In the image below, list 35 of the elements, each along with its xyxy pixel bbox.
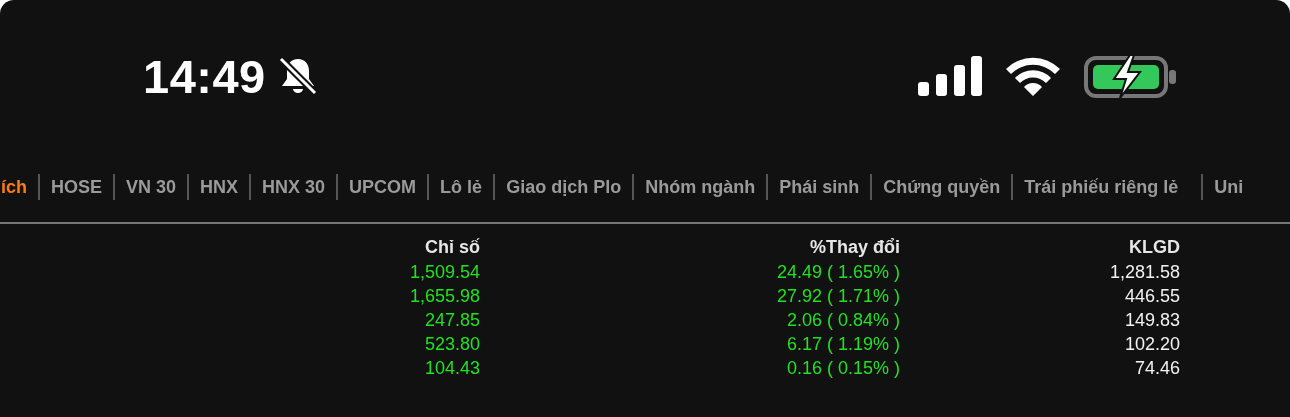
market-tab[interactable]: Nhóm ngành bbox=[634, 176, 767, 198]
table-cell-text: 104.43 bbox=[423, 357, 480, 380]
signal-icon bbox=[918, 56, 982, 96]
market-tab[interactable]: HNX bbox=[189, 176, 250, 198]
column-header: %Thay đổi bbox=[809, 236, 900, 259]
market-tab[interactable]: HOSE bbox=[40, 176, 114, 198]
clock-time: 14:49 bbox=[143, 48, 266, 104]
battery-charging-icon bbox=[1084, 54, 1178, 98]
table-cell-text: 523.80 bbox=[423, 333, 480, 356]
market-tab[interactable]: Giao dịch Plo bbox=[495, 176, 633, 198]
table-cell-text: 0.16 ( 0.15% ) bbox=[785, 357, 900, 380]
market-tab[interactable]: ích bbox=[0, 176, 38, 198]
table-cell-text: 149.83 bbox=[1123, 309, 1180, 332]
column-header: Chỉ số bbox=[424, 236, 480, 259]
market-tab[interactable]: Phái sinh bbox=[768, 176, 871, 198]
table-cell-text: 1,509.54 bbox=[408, 261, 480, 284]
wifi-icon bbox=[1004, 55, 1062, 97]
table-cell-text: 102.20 bbox=[1123, 333, 1180, 356]
column-header: KLGD bbox=[1128, 236, 1180, 259]
market-tab[interactable]: VN 30 bbox=[115, 176, 188, 198]
table-cell-text: 2.06 ( 0.84% ) bbox=[785, 309, 900, 332]
table-cell-text: 1,281.58 bbox=[1108, 261, 1180, 284]
market-tab[interactable]: UPCOM bbox=[338, 176, 428, 198]
table-cell-text: 24.49 ( 1.65% ) bbox=[775, 261, 900, 284]
table-cell-text: 247.85 bbox=[423, 309, 480, 332]
table-cell-text: 27.92 ( 1.71% ) bbox=[775, 285, 900, 308]
market-tab[interactable]: HNX 30 bbox=[251, 176, 337, 198]
market-tab[interactable]: Trái phiếu riêng lẻ bbox=[1013, 176, 1190, 198]
market-tab[interactable]: Chứng quyền bbox=[872, 176, 1012, 198]
market-tab[interactable]: Lô lẻ bbox=[429, 176, 494, 198]
market-tab[interactable]: Uni bbox=[1203, 176, 1255, 198]
table-cell-text: 6.17 ( 1.19% ) bbox=[785, 333, 900, 356]
table-cell-text: 74.46 bbox=[1133, 357, 1180, 380]
table-cell-text: 446.55 bbox=[1123, 285, 1180, 308]
table-cell-text: 1,655.98 bbox=[408, 285, 480, 308]
